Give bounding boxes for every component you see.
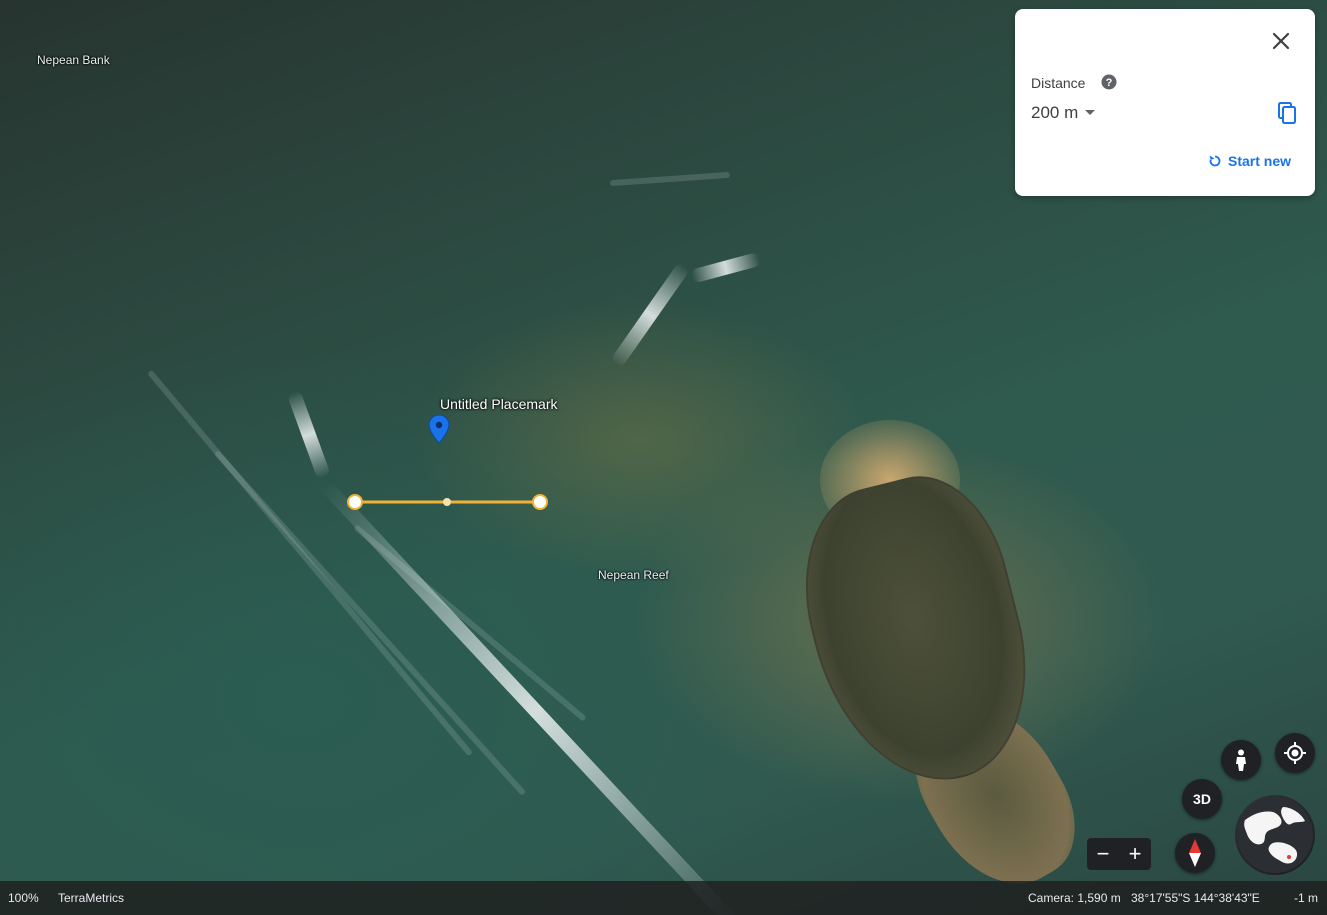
zoom-percent: 100% xyxy=(8,891,39,905)
elevation: -1 m xyxy=(1294,891,1318,905)
svg-text:?: ? xyxy=(1106,77,1113,89)
zoom-controls: − + xyxy=(1087,838,1151,870)
distance-label: Distance xyxy=(1031,75,1086,91)
distance-unit-dropdown[interactable]: 200 m xyxy=(1031,103,1096,123)
my-location-icon xyxy=(1284,742,1306,764)
dropdown-arrow-icon xyxy=(1085,110,1096,115)
zoom-out-button[interactable]: − xyxy=(1087,838,1119,870)
measure-panel: Distance ? 200 m Start new xyxy=(1015,9,1315,196)
help-icon[interactable]: ? xyxy=(1101,74,1117,90)
camera-altitude: Camera: 1,590 m xyxy=(1028,891,1121,905)
measure-end-handle[interactable] xyxy=(532,494,548,510)
zoom-in-button[interactable]: + xyxy=(1119,838,1151,870)
placemark-label[interactable]: Untitled Placemark xyxy=(440,396,558,412)
placemark-pin-icon[interactable] xyxy=(428,414,450,444)
compass-icon xyxy=(1189,839,1201,867)
my-location-button[interactable] xyxy=(1275,733,1315,773)
start-new-button[interactable]: Start new xyxy=(1208,153,1291,169)
pegman-icon xyxy=(1236,749,1246,771)
start-new-label: Start new xyxy=(1227,153,1291,169)
toggle-3d-button[interactable]: 3D xyxy=(1182,779,1222,819)
measure-midpoint-handle[interactable] xyxy=(443,498,451,506)
street-view-button[interactable] xyxy=(1221,740,1261,780)
cursor-coordinates: 38°17'55"S 144°38'43"E xyxy=(1131,891,1260,905)
copy-icon[interactable] xyxy=(1275,101,1299,125)
close-icon[interactable] xyxy=(1269,29,1293,53)
globe-overview-button[interactable] xyxy=(1235,795,1315,875)
restart-icon xyxy=(1209,155,1221,167)
compass-button[interactable] xyxy=(1175,833,1215,873)
distance-value: 200 m xyxy=(1031,103,1079,122)
globe-icon xyxy=(1237,797,1313,873)
imagery-attribution[interactable]: TerraMetrics xyxy=(58,891,124,905)
status-bar: 100% TerraMetrics Camera: 1,590 m 38°17'… xyxy=(0,881,1327,915)
measure-start-handle[interactable] xyxy=(347,494,363,510)
